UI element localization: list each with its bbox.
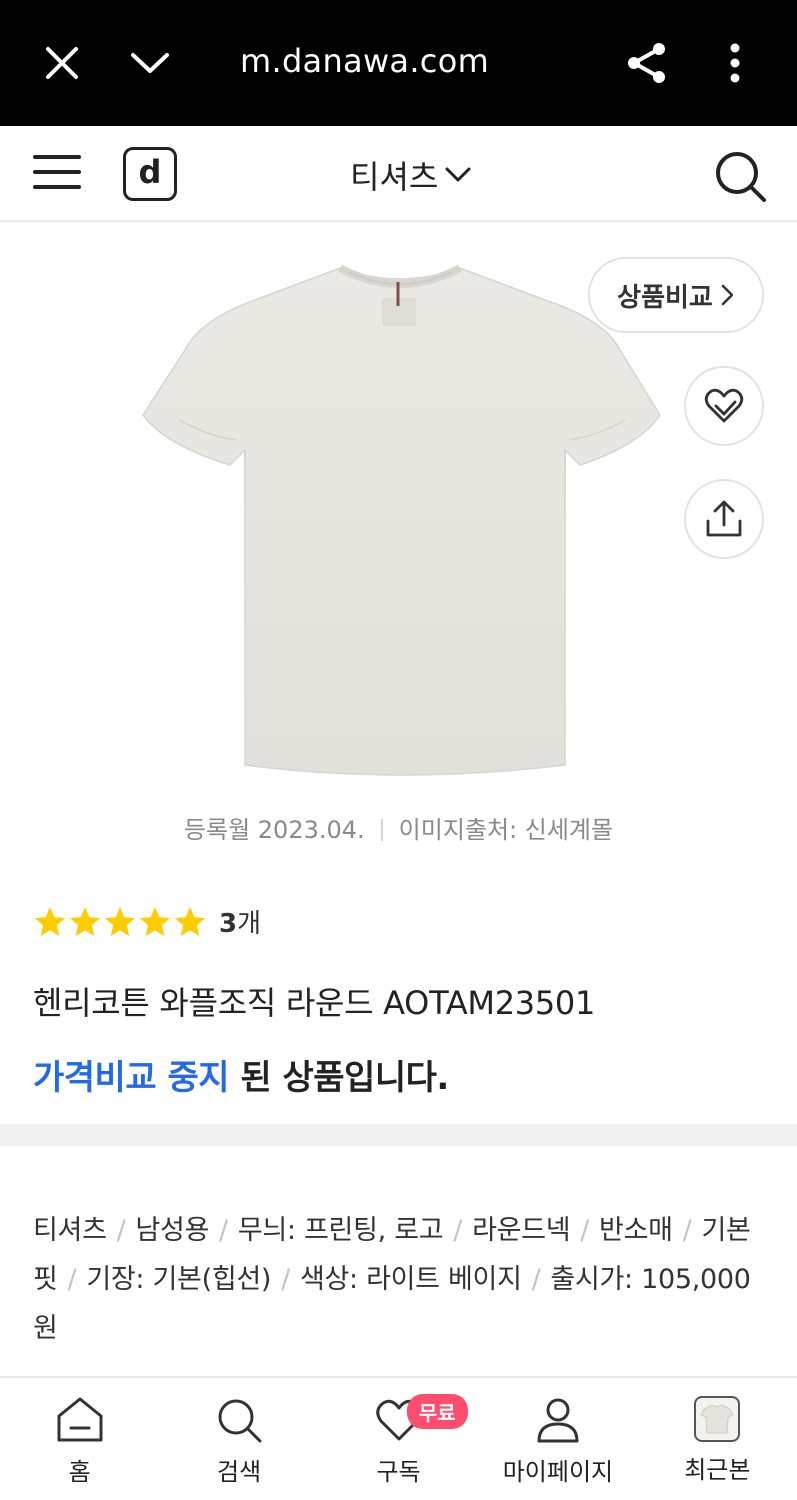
nav-search[interactable]: 검색	[159, 1378, 318, 1500]
user-icon	[537, 1398, 579, 1443]
spec-item: 남성용	[135, 1215, 210, 1246]
free-badge: 무료	[406, 1394, 468, 1429]
upload-share-icon	[706, 500, 742, 537]
more-vertical-icon[interactable]	[705, 33, 765, 93]
chevron-right-icon	[721, 284, 734, 306]
status-rest: 된 상품입니다.	[229, 1058, 449, 1098]
nav-subscribe[interactable]: 무료 구독	[319, 1378, 478, 1500]
home-icon	[57, 1397, 103, 1442]
logo-letter: d	[138, 153, 162, 191]
spec-separator: /	[682, 1215, 692, 1246]
review-unit: 개	[237, 909, 262, 939]
browser-bar: m.danawa.com	[0, 0, 797, 126]
share-icon[interactable]	[617, 33, 677, 93]
nav-mypage[interactable]: 마이페이지	[478, 1378, 637, 1500]
recent-thumbnail	[694, 1396, 741, 1442]
rating-summary[interactable]: 3개	[33, 903, 261, 940]
product-name: 헨리코튼 와플조직 라운드 AOTAM23501	[33, 984, 596, 1022]
spec-separator: /	[219, 1215, 228, 1246]
spec-separator: /	[453, 1215, 463, 1246]
nav-home-label: 홈	[68, 1458, 91, 1486]
search-icon[interactable]	[712, 148, 768, 204]
spec-separator: /	[116, 1215, 126, 1246]
star-icon	[174, 906, 206, 936]
product-meta: 등록월 2023.04. 이미지출처: 신세계몰	[0, 810, 797, 845]
spec-separator: /	[531, 1264, 541, 1295]
status-highlight: 가격비교 중지	[33, 1058, 230, 1098]
spec-item: 반소매	[599, 1215, 673, 1246]
bottom-nav: 홈 검색 무료 구독 마이페이지 최근본	[0, 1376, 797, 1500]
chevron-down-icon	[445, 167, 471, 182]
product-status: 가격비교 중지 된 상품입니다.	[33, 1050, 449, 1099]
nav-recent[interactable]: 최근본	[638, 1378, 797, 1500]
spec-item: 라운드넥	[472, 1215, 571, 1246]
share-button[interactable]	[684, 479, 764, 559]
nav-recent-label: 최근본	[684, 1456, 751, 1484]
chevron-down-icon[interactable]	[120, 33, 180, 93]
hamburger-menu-icon[interactable]	[32, 152, 82, 192]
star-icon	[69, 906, 101, 936]
search-icon	[218, 1399, 262, 1443]
wishlist-button[interactable]	[684, 366, 764, 446]
product-image[interactable]	[135, 260, 665, 780]
nav-mypage-label: 마이페이지	[502, 1458, 614, 1486]
spec-item: 티셔츠	[33, 1215, 107, 1246]
nav-search-label: 검색	[217, 1458, 262, 1486]
nav-subscribe-label: 구독	[376, 1458, 421, 1486]
app-header: d 티셔츠	[0, 126, 797, 222]
heart-icon	[704, 388, 744, 423]
danawa-logo[interactable]: d	[123, 147, 177, 201]
image-source: 이미지출처: 신세계몰	[398, 816, 614, 844]
url-text[interactable]: m.danawa.com	[240, 42, 489, 80]
close-icon[interactable]	[32, 33, 92, 93]
spec-item: 색상: 라이트 베이지	[299, 1264, 522, 1295]
spec-separator: /	[580, 1215, 590, 1246]
spec-item: 기장: 기본(힙선)	[86, 1264, 272, 1295]
review-count: 3	[219, 909, 238, 939]
category-title[interactable]: 티셔츠	[350, 152, 472, 198]
section-divider	[0, 1124, 797, 1146]
star-icon	[104, 906, 136, 936]
spec-item: 무늬: 프린팅, 로고	[237, 1215, 444, 1246]
product-specs: 티셔츠 / 남성용 / 무늬: 프린팅, 로고 / 라운드넥 / 반소매 / 기본핏 / 기장: 기본(…	[33, 1206, 768, 1353]
divider	[380, 819, 383, 841]
star-icon	[139, 906, 171, 936]
spec-separator: /	[67, 1264, 77, 1295]
compare-products-button[interactable]: 상품비교	[588, 257, 764, 333]
nav-home[interactable]: 홈	[0, 1378, 159, 1500]
category-title-label: 티셔츠	[350, 158, 439, 196]
review-count-wrap: 3개	[219, 903, 261, 940]
spec-separator: /	[281, 1264, 290, 1295]
star-rating	[33, 905, 207, 939]
compare-products-label: 상품비교	[617, 282, 713, 313]
star-icon	[34, 906, 66, 936]
registered-date: 등록월 2023.04.	[183, 816, 365, 844]
